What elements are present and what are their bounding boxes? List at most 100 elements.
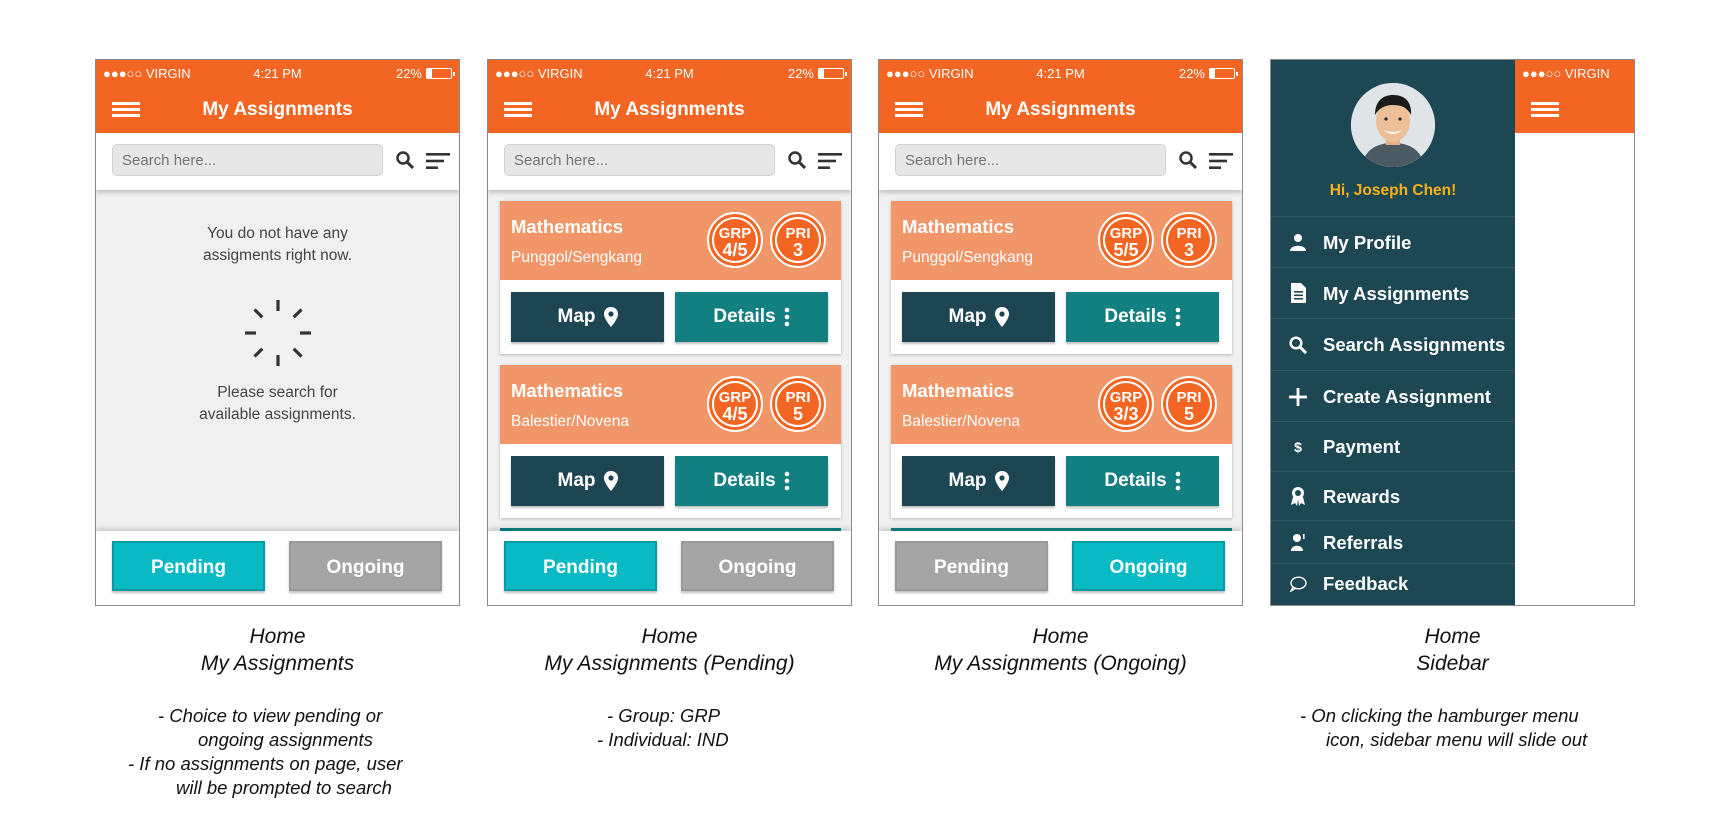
details-button-label: Details [713, 306, 776, 327]
page-title: My Assignments [202, 99, 353, 120]
sidebar-item-label: Rewards [1323, 486, 1401, 507]
sidebar-item-payment[interactable]: $ Payment [1271, 421, 1515, 471]
note-line: - If no assignments on page, user [128, 753, 403, 774]
carrier-label: ●●●○○ VIRGIN [1522, 66, 1610, 81]
filter-sort-icon[interactable] [1209, 153, 1233, 169]
document-icon [1291, 283, 1306, 303]
group-badge: GRP 3/3 [1098, 376, 1154, 432]
note-line: - On clicking the hamburger menu [1300, 705, 1579, 726]
caption-line: My Assignments (Ongoing) [934, 652, 1187, 675]
search-row [96, 133, 459, 190]
empty-message: You do not have any assigments right now… [96, 223, 459, 267]
screen-notes: - On clicking the hamburger menu icon, s… [1300, 704, 1587, 752]
badge-value: 4/5 [722, 240, 748, 260]
search-prompt-line: available assignments. [199, 406, 356, 423]
app-bar [1515, 87, 1634, 133]
search-icon[interactable] [1179, 151, 1197, 169]
dollar-icon: $ [1294, 439, 1302, 455]
phone-screen-ongoing: ●●●○○ VIRGIN 4:21 PM 22% My Assignments … [878, 59, 1243, 606]
battery-icon [1209, 68, 1238, 79]
details-button[interactable]: Details [675, 292, 828, 342]
card-subject: Mathematics [902, 216, 1015, 237]
status-bar: ●●●○○ VIRGIN 4:21 PM 22% [488, 60, 851, 87]
assignment-card: Mathematics Punggol/Sengkang GRP 4/5 PRI 3… [500, 201, 841, 354]
primary-level-badge: PRI 3 [770, 212, 826, 268]
map-button-label: Map [948, 470, 987, 491]
badge-value: 3 [1183, 240, 1194, 260]
sidebar-item-rewards[interactable]: Rewards [1271, 471, 1515, 520]
phone-screen-pending: ●●●○○ VIRGIN 4:21 PM 22% My Assignments … [487, 59, 852, 606]
note-line: - Group: GRP [607, 705, 721, 726]
sidebar-item-label: Payment [1323, 436, 1401, 457]
primary-level-badge: PRI 3 [1161, 212, 1217, 268]
ongoing-tab-button[interactable]: Ongoing [289, 541, 442, 591]
sidebar-item-my-assignments[interactable]: My Assignments [1271, 267, 1515, 318]
app-bar: My Assignments [879, 87, 1242, 133]
details-button[interactable]: Details [1066, 456, 1219, 506]
pending-tab-button[interactable]: Pending [112, 541, 265, 591]
search-icon [1289, 336, 1308, 354]
search-input[interactable] [112, 144, 383, 176]
details-button[interactable]: Details [675, 456, 828, 506]
pending-tab-button[interactable]: Pending [895, 541, 1048, 591]
sidebar-item-create-assignment[interactable]: Create Assignment [1271, 370, 1515, 421]
badge-value: 4/5 [722, 404, 748, 424]
more-vertical-icon [1175, 307, 1180, 327]
search-icon[interactable] [788, 151, 806, 169]
screen-caption: Home My Assignments [95, 623, 460, 677]
tab-bar: Pending Ongoing [488, 531, 851, 605]
filter-sort-icon[interactable] [426, 153, 450, 169]
status-bar: ●●●○○ VIRGIN [1515, 60, 1634, 87]
caption-line: Home [1424, 625, 1481, 648]
sidebar-menu: Hi, Joseph Chen! My Profile My Assignmen… [1271, 60, 1515, 605]
pending-tab-button[interactable]: Pending [504, 541, 657, 591]
sidebar-item-label: My Assignments [1323, 283, 1470, 304]
sidebar-item-referrals[interactable]: Referrals [1271, 520, 1515, 563]
details-button[interactable]: Details [1066, 292, 1219, 342]
details-button-label: Details [713, 470, 776, 491]
map-button-label: Map [948, 306, 987, 327]
map-button[interactable]: Map [511, 292, 664, 342]
assignment-list: Mathematics Punggol/Sengkang GRP 5/5 PRI 3… [879, 190, 1242, 533]
plus-icon [1289, 388, 1307, 406]
caption-line: Home [249, 625, 306, 648]
search-input[interactable] [504, 144, 775, 176]
map-button[interactable]: Map [511, 456, 664, 506]
map-pin-icon [994, 470, 1009, 491]
referral-icon [1291, 534, 1305, 551]
empty-message-line: assigments right now. [202, 247, 353, 264]
details-button-label: Details [1104, 306, 1167, 327]
screen-caption: Home Sidebar [1270, 623, 1635, 677]
filter-sort-icon[interactable] [818, 153, 842, 169]
sidebar-item-feedback[interactable]: Feedback [1271, 563, 1515, 605]
sidebar-item-label: Create Assignment [1323, 386, 1491, 407]
map-button[interactable]: Map [902, 292, 1055, 342]
search-input[interactable] [895, 144, 1166, 176]
battery-percent: 22% [395, 66, 422, 81]
page-title: My Assignments [594, 99, 745, 120]
sidebar-item-search-assignments[interactable]: Search Assignments [1271, 318, 1515, 370]
map-button[interactable]: Map [902, 456, 1055, 506]
primary-level-badge: PRI 5 [770, 376, 826, 432]
ongoing-tab-button[interactable]: Ongoing [681, 541, 834, 591]
note-line: - Individual: IND [597, 729, 729, 750]
user-avatar[interactable] [1351, 83, 1435, 167]
card-header: Mathematics Balestier/Novena GRP 3/3 PRI 5 [891, 365, 1232, 444]
speech-bubble-icon [1289, 576, 1307, 592]
ongoing-tab-button[interactable]: Ongoing [1072, 541, 1225, 591]
note-line: will be prompted to search [176, 777, 392, 798]
card-subject: Mathematics [902, 380, 1015, 401]
map-pin-icon [994, 306, 1009, 327]
battery-status: 22% [788, 66, 847, 81]
phone-screen-sidebar: ●●●○○ VIRGIN Hi, Joseph Chen! My Profile [1270, 59, 1635, 606]
search-prompt-line: Please search for [217, 384, 338, 401]
hamburger-menu-icon[interactable] [1531, 102, 1559, 118]
card-subject: Mathematics [511, 380, 624, 401]
phone-screen-empty: ●●●○○ VIRGIN 4:21 PM 22% My Assignments … [95, 59, 460, 606]
map-pin-icon [603, 306, 618, 327]
screen-notes: - Group: GRP - Individual: IND [597, 704, 729, 752]
sidebar-item-my-profile[interactable]: My Profile [1271, 216, 1515, 267]
status-bar: ●●●○○ VIRGIN 4:21 PM 22% [96, 60, 459, 87]
search-icon[interactable] [396, 151, 414, 169]
badge-value: 5 [1183, 404, 1194, 424]
